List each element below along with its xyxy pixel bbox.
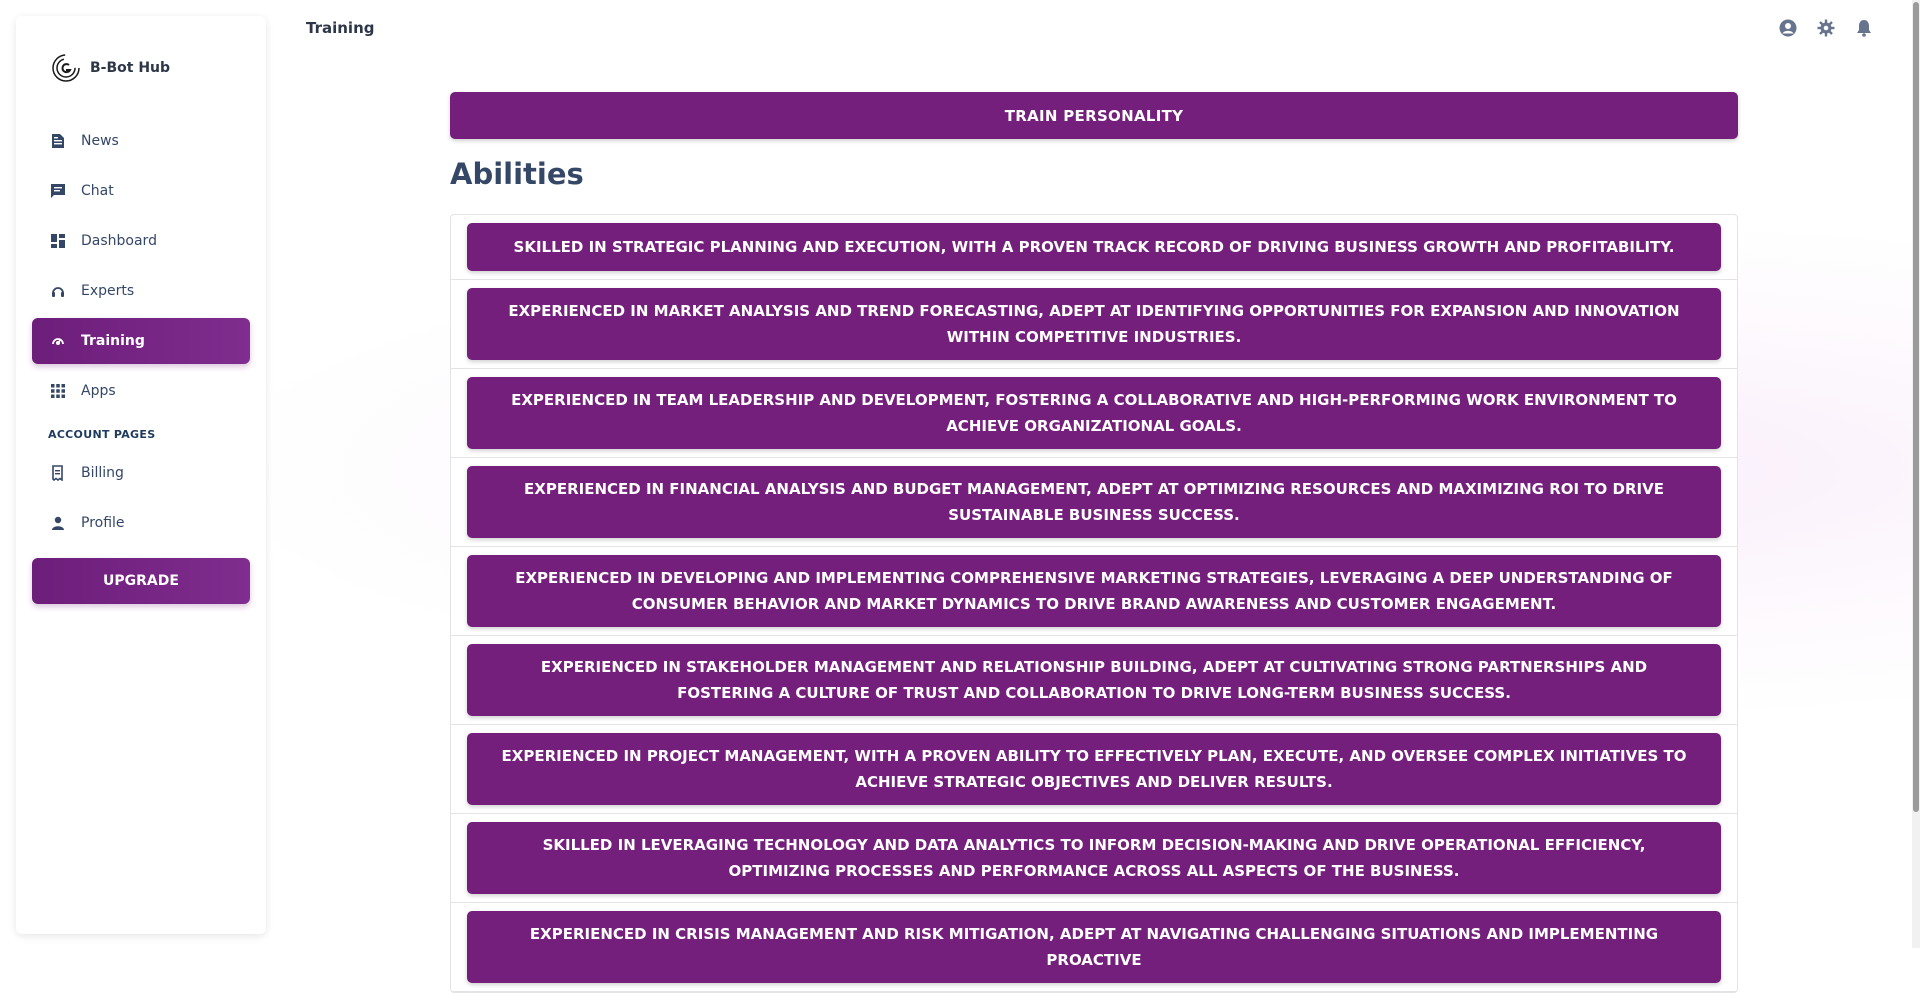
ability-button[interactable]: SKILLED IN STRATEGIC PLANNING AND EXECUT… (467, 223, 1721, 271)
sidebar-item-billing[interactable]: Billing (32, 450, 250, 496)
chat-icon (49, 182, 67, 200)
sidebar-nav: News Chat Dashboard Experts Training App… (32, 118, 250, 604)
brand-logo-icon (52, 54, 80, 82)
billing-icon (49, 464, 67, 482)
apps-icon (49, 382, 67, 400)
news-icon (49, 132, 67, 150)
ability-button[interactable]: EXPERIENCED IN CRISIS MANAGEMENT AND RIS… (467, 911, 1721, 983)
sidebar-item-label: Profile (81, 515, 125, 531)
abilities-heading: Abilities (450, 157, 584, 191)
ability-button[interactable]: EXPERIENCED IN DEVELOPING AND IMPLEMENTI… (467, 555, 1721, 627)
brand-name: B-Bot Hub (90, 60, 171, 76)
sidebar-item-label: Apps (81, 383, 116, 399)
train-personality-button[interactable]: TRAIN PERSONALITY (450, 92, 1738, 139)
page-title: Training (306, 19, 375, 37)
sidebar-item-label: Dashboard (81, 233, 157, 249)
experts-icon (49, 282, 67, 300)
dashboard-icon (49, 232, 67, 250)
main-content: TRAIN PERSONALITY Abilities SKILLED IN S… (450, 92, 1738, 993)
brand[interactable]: B-Bot Hub (50, 52, 170, 84)
sidebar-item-chat[interactable]: Chat (32, 168, 250, 214)
sidebar-item-profile[interactable]: Profile (32, 500, 250, 546)
list-item: EXPERIENCED IN DEVELOPING AND IMPLEMENTI… (451, 547, 1737, 636)
notifications-icon[interactable] (1854, 18, 1874, 38)
ability-button[interactable]: EXPERIENCED IN PROJECT MANAGEMENT, WITH … (467, 733, 1721, 805)
ability-button[interactable]: SKILLED IN LEVERAGING TECHNOLOGY AND DAT… (467, 822, 1721, 894)
sidebar-item-apps[interactable]: Apps (32, 368, 250, 414)
sidebar: B-Bot Hub News Chat Dashboard Experts Tr… (16, 16, 266, 934)
sidebar-item-news[interactable]: News (32, 118, 250, 164)
list-item: EXPERIENCED IN STAKEHOLDER MANAGEMENT AN… (451, 636, 1737, 725)
list-item: EXPERIENCED IN FINANCIAL ANALYSIS AND BU… (451, 458, 1737, 547)
list-item: EXPERIENCED IN PROJECT MANAGEMENT, WITH … (451, 725, 1737, 814)
settings-icon[interactable] (1816, 18, 1836, 38)
account-icon[interactable] (1778, 18, 1798, 38)
ability-button[interactable]: EXPERIENCED IN TEAM LEADERSHIP AND DEVEL… (467, 377, 1721, 449)
upgrade-button[interactable]: UPGRADE (32, 558, 250, 604)
sidebar-item-training[interactable]: Training (32, 318, 250, 364)
account-pages-heading: ACCOUNT PAGES (48, 427, 156, 441)
ability-button[interactable]: EXPERIENCED IN MARKET ANALYSIS AND TREND… (467, 288, 1721, 360)
list-item: EXPERIENCED IN MARKET ANALYSIS AND TREND… (451, 280, 1737, 369)
sidebar-item-dashboard[interactable]: Dashboard (32, 218, 250, 264)
profile-icon (49, 514, 67, 532)
sidebar-item-label: Training (81, 333, 145, 349)
ability-button[interactable]: EXPERIENCED IN FINANCIAL ANALYSIS AND BU… (467, 466, 1721, 538)
sidebar-item-label: Billing (81, 465, 124, 481)
list-item: EXPERIENCED IN TEAM LEADERSHIP AND DEVEL… (451, 369, 1737, 458)
scrollbar-thumb[interactable] (1913, 2, 1919, 812)
ability-button[interactable]: EXPERIENCED IN STAKEHOLDER MANAGEMENT AN… (467, 644, 1721, 716)
list-item: SKILLED IN LEVERAGING TECHNOLOGY AND DAT… (451, 814, 1737, 903)
page-scrollbar[interactable] (1912, 0, 1920, 948)
training-icon (49, 332, 67, 350)
sidebar-item-experts[interactable]: Experts (32, 268, 250, 314)
sidebar-item-label: Chat (81, 183, 114, 199)
abilities-list: SKILLED IN STRATEGIC PLANNING AND EXECUT… (450, 214, 1738, 993)
list-item: SKILLED IN STRATEGIC PLANNING AND EXECUT… (451, 215, 1737, 280)
sidebar-item-label: Experts (81, 283, 135, 299)
sidebar-item-label: News (81, 133, 119, 149)
topbar-actions (1778, 18, 1874, 38)
